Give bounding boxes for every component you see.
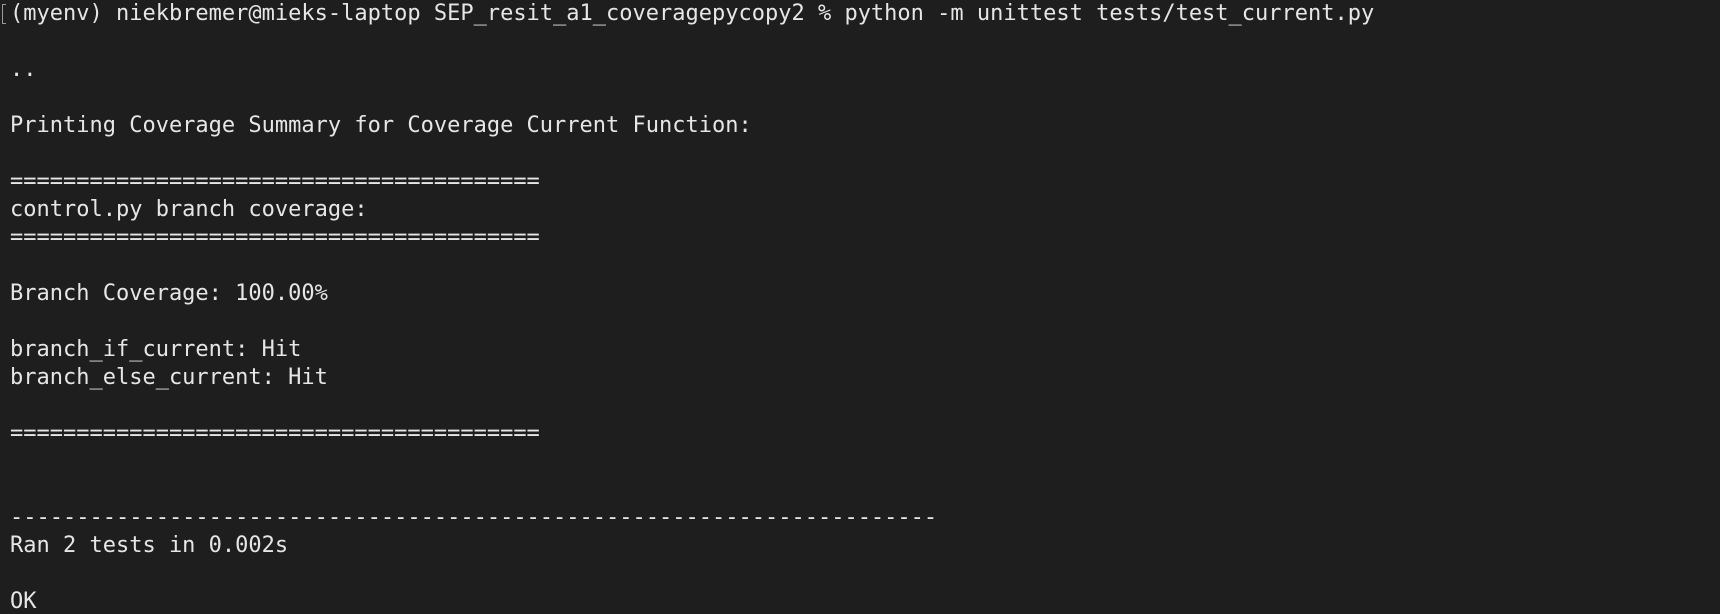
- terminal-window[interactable]: (myenv) niekbremer@mieks-laptop SEP_resi…: [0, 0, 1720, 614]
- tests-run-summary: Ran 2 tests in 0.002s: [10, 533, 289, 558]
- test-result-status: OK: [10, 589, 37, 614]
- unittest-separator-line: ----------------------------------------…: [10, 505, 938, 530]
- separator-line: ========================================: [10, 225, 540, 250]
- test-progress-dots: ..: [10, 57, 37, 82]
- coverage-file-heading: control.py branch coverage:: [10, 197, 368, 222]
- separator-line: ========================================: [10, 169, 540, 194]
- coverage-summary-heading: Printing Coverage Summary for Coverage C…: [10, 113, 752, 138]
- prompt-mark-icon: [2, 4, 6, 24]
- branch-else-result: branch_else_current: Hit: [10, 365, 328, 390]
- branch-if-result: branch_if_current: Hit: [10, 337, 302, 362]
- terminal-output: .. Printing Coverage Summary for Coverag…: [10, 28, 1720, 614]
- command-line: (myenv) niekbremer@mieks-laptop SEP_resi…: [10, 1, 1375, 26]
- branch-coverage-value: Branch Coverage: 100.00%: [10, 281, 328, 306]
- separator-line: ========================================: [10, 421, 540, 446]
